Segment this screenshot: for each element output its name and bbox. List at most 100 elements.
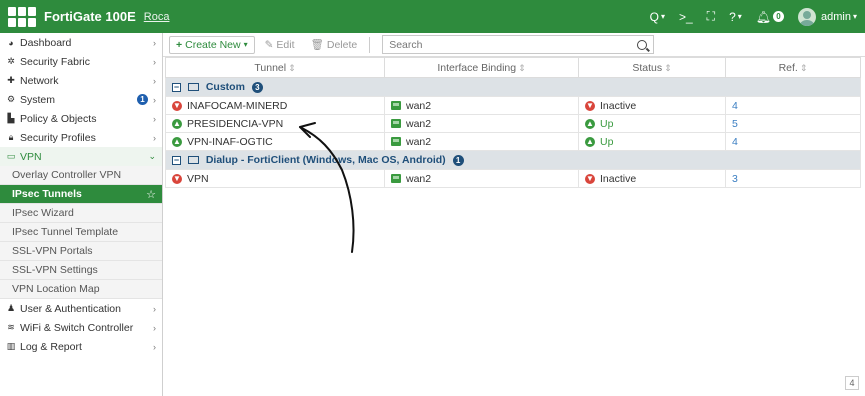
star-icon[interactable]: ☆ — [146, 188, 156, 201]
product-name: FortiGate 100E — [44, 9, 136, 24]
wifi-icon: ≋ — [7, 322, 15, 332]
chevron-down-icon: ⌄ — [148, 151, 156, 161]
user-menu[interactable]: admin ▾ — [798, 7, 857, 26]
sidebar: ◕ Dashboard › ✲ Security Fabric › ✚ Netw… — [0, 33, 163, 396]
sidebar-item-policy-objects[interactable]: ▙ Policy & Objects › — [0, 109, 162, 128]
gear-icon: ⚙ — [6, 94, 16, 104]
group-name: Custom — [205, 81, 245, 93]
tunnel-name: PRESIDENCIA-VPN — [187, 117, 284, 130]
collapse-icon[interactable]: − — [172, 155, 181, 165]
column-header-label: Interface Binding — [437, 61, 517, 74]
ref-count[interactable]: 4 — [732, 136, 738, 148]
network-icon: ✚ — [7, 75, 15, 85]
sidebar-item-label: Dashboard — [20, 36, 72, 49]
sidebar-subitem-ipsec-wizard[interactable]: IPsec Wizard — [0, 204, 162, 223]
sidebar-item-security-profiles[interactable]: 🔒︎ Security Profiles › — [0, 128, 162, 147]
system-badge: 1 — [137, 94, 148, 105]
ref-count[interactable]: 5 — [732, 118, 738, 130]
edit-button[interactable]: ✎ Edit — [259, 36, 301, 54]
sidebar-item-vpn[interactable]: ▭ VPN ⌄ — [0, 147, 162, 166]
create-new-label: Create New — [185, 38, 241, 51]
interface-icon — [391, 174, 401, 184]
sidebar-subitem-ipsec-tunnel-template[interactable]: IPsec Tunnel Template — [0, 223, 162, 242]
column-header-ref[interactable]: Ref. ⇕ — [725, 57, 861, 78]
search-placeholder: Search — [389, 38, 423, 51]
interface-name: wan2 — [406, 172, 432, 185]
status-down-icon: ▼ — [585, 100, 595, 111]
fullscreen-icon[interactable]: ⛶ — [707, 9, 715, 24]
sidebar-subitem-overlay-controller-vpn[interactable]: Overlay Controller VPN — [0, 166, 162, 185]
notification-icon[interactable]: 🔔︎ 0 — [756, 10, 785, 24]
interface-name: wan2 — [406, 99, 432, 112]
sidebar-item-label: Log & Report — [20, 340, 82, 353]
sidebar-subitem-ipsec-tunnels[interactable]: IPsec Tunnels ☆ — [0, 185, 162, 204]
group-row-custom[interactable]: − Custom 3 — [165, 77, 861, 97]
username: admin — [821, 10, 851, 23]
sidebar-item-security-fabric[interactable]: ✲ Security Fabric › — [0, 52, 162, 71]
table-row[interactable]: ▲ PRESIDENCIA-VPN wan2 ▲ Up 5 — [165, 114, 861, 133]
sidebar-item-label: Network — [20, 74, 59, 87]
delete-label: Delete — [326, 38, 358, 51]
chevron-right-icon: › — [153, 75, 156, 86]
sidebar-item-network[interactable]: ✚ Network › — [0, 71, 162, 90]
column-header-status[interactable]: Status ⇕ — [578, 57, 726, 78]
interface-icon — [391, 119, 401, 129]
chevron-right-icon: › — [153, 322, 156, 333]
chart-icon: ▥ — [6, 341, 16, 351]
sidebar-item-log-report[interactable]: ▥ Log & Report › — [0, 337, 162, 356]
ipsec-tunnels-table: Tunnel ⇕ Interface Binding ⇕ Status ⇕ Ref. ⇕… — [165, 57, 861, 188]
main-content: + Create New ▾ ✎ Edit 🗑︎ Delete Search T… — [163, 33, 865, 396]
column-header-interface-binding[interactable]: Interface Binding ⇕ — [384, 57, 579, 78]
monitor-icon — [187, 156, 199, 165]
toolbar: + Create New ▾ ✎ Edit 🗑︎ Delete Search — [163, 33, 865, 57]
cli-icon[interactable]: >_ — [679, 10, 693, 24]
table-row[interactable]: ▼ INAFOCAM-MINERD wan2 ▼ Inactive 4 — [165, 96, 861, 115]
tunnel-name: INAFOCAM-MINERD — [187, 99, 288, 112]
sidebar-item-dashboard[interactable]: ◕ Dashboard › — [0, 33, 162, 52]
group-row-dialup[interactable]: − Dialup - FortiClient (Windows, Mac OS,… — [165, 150, 861, 170]
status-up-icon: ▲ — [172, 118, 182, 129]
sidebar-subitem-label: IPsec Tunnels — [12, 188, 82, 200]
delete-button[interactable]: 🗑︎ Delete — [305, 36, 364, 54]
status-down-icon: ▼ — [172, 100, 182, 111]
table-row[interactable]: ▼ VPN wan2 ▼ Inactive 3 — [165, 169, 861, 188]
search-icon[interactable] — [637, 39, 648, 50]
table-row[interactable]: ▲ VPN-INAF-OGTIC wan2 ▲ Up 4 — [165, 132, 861, 151]
group-name: Dialup - FortiClient (Windows, Mac OS, A… — [205, 154, 446, 166]
collapse-icon[interactable]: − — [172, 82, 181, 92]
chevron-right-icon: › — [153, 37, 156, 48]
ref-count[interactable]: 3 — [732, 173, 738, 185]
sidebar-item-label: Policy & Objects — [20, 112, 97, 125]
status-up-icon: ▲ — [585, 136, 595, 147]
column-header-tunnel[interactable]: Tunnel ⇕ — [165, 57, 385, 78]
sidebar-subitem-ssl-vpn-settings[interactable]: SSL-VPN Settings — [0, 261, 162, 280]
page-indicator[interactable]: 4 — [845, 376, 859, 390]
sort-icon: ⇕ — [664, 62, 672, 73]
sidebar-item-system[interactable]: ⚙ System 1 › — [0, 90, 162, 109]
chevron-right-icon: › — [153, 303, 156, 314]
lock-icon: 🔒︎ — [8, 132, 14, 142]
sort-icon: ⇕ — [288, 62, 296, 73]
create-new-button[interactable]: + Create New ▾ — [169, 35, 255, 54]
sidebar-item-label: User & Authentication — [20, 302, 121, 315]
user-icon: ♟ — [6, 303, 16, 313]
sidebar-item-user-authentication[interactable]: ♟ User & Authentication › — [0, 299, 162, 318]
search-icon[interactable]: Q ▾ — [650, 10, 665, 24]
column-header-label: Status — [632, 61, 663, 74]
sidebar-subitem-vpn-location-map[interactable]: VPN Location Map — [0, 280, 162, 299]
ref-count[interactable]: 4 — [732, 100, 738, 112]
sort-icon: ⇕ — [799, 62, 808, 73]
column-header-label: Tunnel — [254, 61, 287, 74]
tunnel-name: VPN-INAF-OGTIC — [187, 135, 273, 148]
help-icon[interactable]: ? ▾ — [729, 10, 742, 24]
status-text: Inactive — [600, 99, 637, 112]
avatar — [798, 7, 817, 26]
sidebar-item-wifi-switch-controller[interactable]: ≋ WiFi & Switch Controller › — [0, 318, 162, 337]
sidebar-subitem-ssl-vpn-portals[interactable]: SSL-VPN Portals — [0, 242, 162, 261]
hostname-link[interactable]: Roca — [144, 11, 170, 23]
group-count-badge: 1 — [452, 154, 464, 166]
search-input[interactable]: Search — [382, 35, 655, 54]
chevron-right-icon: › — [153, 113, 156, 124]
fortinet-logo-icon[interactable] — [8, 6, 36, 27]
tunnel-name: VPN — [187, 172, 209, 185]
